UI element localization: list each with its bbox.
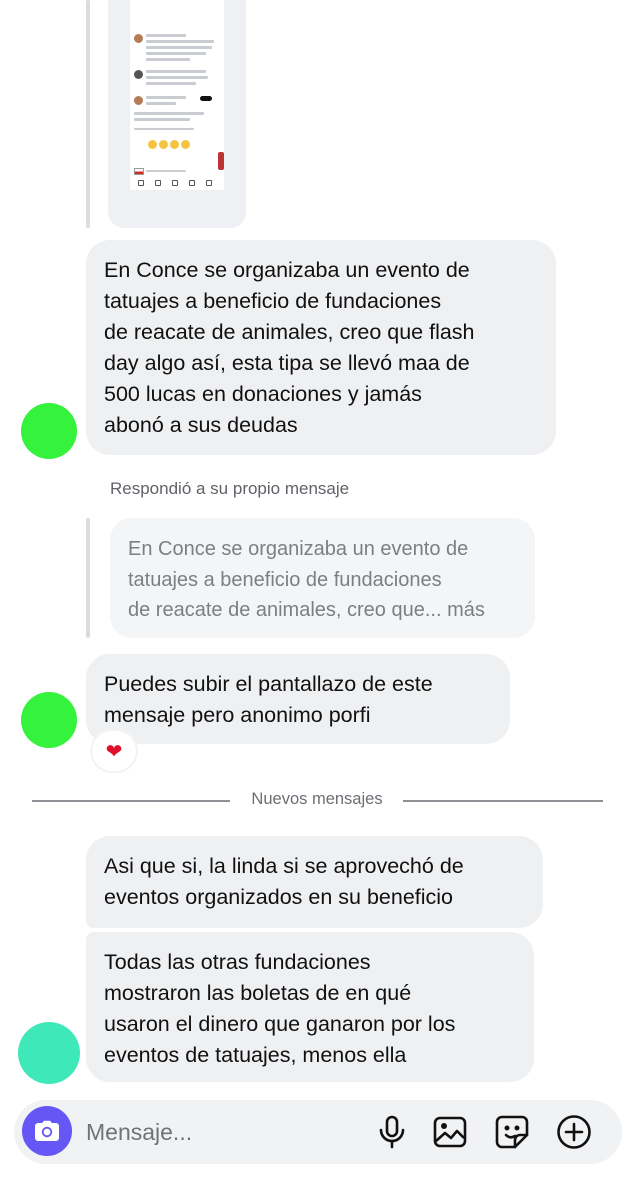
message-input[interactable] bbox=[86, 1114, 356, 1150]
divider-line bbox=[403, 800, 603, 802]
heart-reaction[interactable]: ❤ bbox=[92, 731, 136, 771]
heart-icon: ❤ bbox=[105, 740, 123, 763]
shared-post-image[interactable] bbox=[108, 0, 246, 228]
message-bubble[interactable]: Puedes subir el pantallazo de este mensa… bbox=[86, 654, 510, 744]
mic-icon[interactable] bbox=[372, 1112, 412, 1152]
see-more-link[interactable]: más bbox=[447, 599, 485, 621]
new-messages-divider: Nuevos mensajes bbox=[251, 790, 383, 808]
reply-quote-bar bbox=[86, 518, 90, 638]
message-bubble[interactable]: Todas las otras fundaciones mostraron la… bbox=[86, 932, 534, 1082]
camera-icon bbox=[35, 1120, 59, 1141]
quoted-message[interactable]: En Conce se organizaba un evento de tatu… bbox=[110, 518, 535, 638]
shared-post-screenshot bbox=[130, 0, 224, 190]
reply-note: Respondió a su propio mensaje bbox=[110, 479, 350, 498]
message-thread: En Conce se organizaba un evento de tatu… bbox=[0, 0, 630, 1200]
plus-icon[interactable] bbox=[554, 1112, 594, 1152]
shared-image-quote-bar bbox=[86, 0, 90, 228]
message-bubble[interactable]: En Conce se organizaba un evento de tatu… bbox=[86, 240, 556, 455]
avatar[interactable] bbox=[21, 692, 77, 748]
avatar[interactable] bbox=[21, 403, 77, 459]
avatar[interactable] bbox=[18, 1022, 80, 1084]
sticker-icon[interactable] bbox=[492, 1112, 532, 1152]
divider-line bbox=[32, 800, 230, 802]
message-bubble[interactable]: Asi que si, la linda si se aprovechó de … bbox=[86, 836, 543, 928]
shared-post-avatar bbox=[134, 34, 143, 43]
camera-button[interactable] bbox=[22, 1106, 72, 1156]
gallery-icon[interactable] bbox=[430, 1112, 470, 1152]
quoted-message-text: En Conce se organizaba un evento de tatu… bbox=[128, 538, 469, 621]
